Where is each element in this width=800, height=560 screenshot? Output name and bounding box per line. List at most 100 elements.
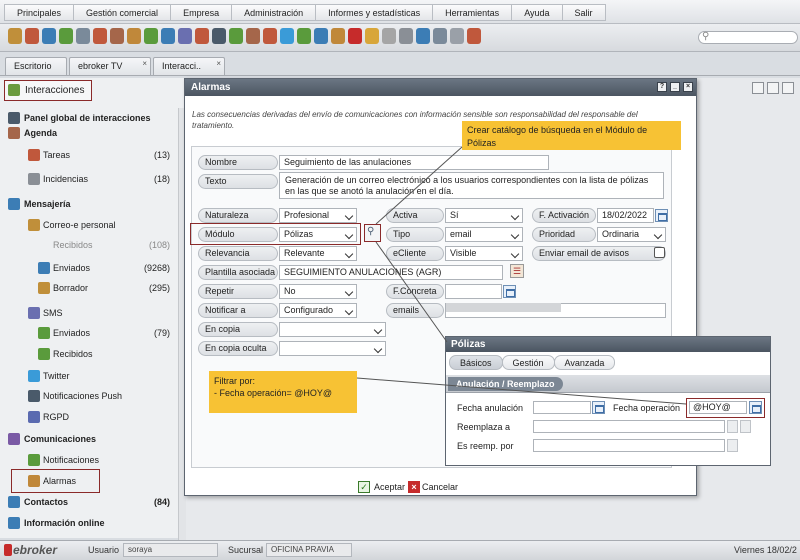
tab-escritorio[interactable]: Escritorio (5, 57, 67, 75)
toolbar-icon[interactable] (382, 28, 396, 44)
sidebar-item-agenda[interactable]: Agenda (0, 123, 180, 143)
menu-empresa[interactable]: Empresa (170, 4, 233, 21)
f-activacion-field[interactable]: 18/02/2022 (597, 208, 654, 223)
modulo-select[interactable]: Pólizas (279, 227, 357, 242)
reemplaza-a-field[interactable] (533, 420, 725, 433)
toolbar-icon[interactable] (467, 28, 481, 44)
toolbar-icon[interactable] (348, 28, 362, 44)
template-icon[interactable]: ☰ (510, 264, 524, 278)
toolbar-icon[interactable] (331, 28, 345, 44)
toolbar-icon[interactable] (416, 28, 430, 44)
menu-salir[interactable]: Salir (561, 4, 606, 21)
pencil-icon[interactable] (782, 82, 794, 94)
cancelar-button[interactable]: Cancelar (408, 479, 458, 495)
sidebar-item-comunicaciones[interactable]: Comunicaciones (0, 429, 180, 449)
toolbar-icon[interactable] (212, 28, 226, 44)
notificar-select[interactable]: Configurado (279, 303, 357, 318)
texto-field[interactable]: Generación de un correo electrónico a lo… (279, 172, 664, 199)
toolbar-icon[interactable] (280, 28, 294, 44)
sidebar-item-recibidos-sms[interactable]: Recibidos (0, 344, 180, 364)
toolbar-icon[interactable] (59, 28, 73, 44)
fecha-operacion-field[interactable]: @HOY@ (689, 401, 747, 414)
sidebar-item-sms[interactable]: SMS (0, 303, 180, 323)
tab-basicos[interactable]: Básicos (449, 355, 503, 370)
window-icon[interactable] (752, 82, 764, 94)
minimize-icon[interactable]: _ (670, 82, 680, 92)
menu-administracion[interactable]: Administración (231, 4, 317, 21)
toolbar-icon[interactable] (42, 28, 56, 44)
f-concreta-field[interactable] (445, 284, 502, 299)
toolbar-icon[interactable] (8, 28, 22, 44)
help-icon[interactable]: ? (657, 82, 667, 92)
toolbar-icon[interactable] (161, 28, 175, 44)
close-icon[interactable]: × (216, 55, 221, 72)
toolbar-icon[interactable] (93, 28, 107, 44)
menu-informes[interactable]: Informes y estadísticas (315, 4, 434, 21)
toolbar-icon[interactable] (195, 28, 209, 44)
edit-icon[interactable] (767, 82, 779, 94)
tab-avanzada[interactable]: Avanzada (553, 355, 616, 370)
tab-interacciones[interactable]: Interacci.. × (153, 57, 225, 75)
ecliente-select[interactable]: Visible (445, 246, 523, 261)
sidebar-item-contactos[interactable]: Contactos (84) (0, 492, 180, 512)
toolbar-icon[interactable] (450, 28, 464, 44)
toolbar-icon[interactable] (399, 28, 413, 44)
sidebar-item-recibidos-correo[interactable]: Recibidos (108) (0, 235, 180, 255)
menu-ayuda[interactable]: Ayuda (511, 4, 563, 21)
tab-gestion[interactable]: Gestión (501, 355, 555, 370)
es-reemp-por-field[interactable] (533, 439, 725, 452)
dropdown-icon[interactable] (727, 439, 738, 452)
toolbar-icon[interactable] (110, 28, 124, 44)
sidebar-item-correo-personal[interactable]: Correo-e personal (0, 215, 180, 235)
calendar-icon[interactable] (749, 401, 762, 414)
toolbar-icon[interactable] (144, 28, 158, 44)
toolbar-icon[interactable] (178, 28, 192, 44)
en-copia-select[interactable] (279, 322, 386, 337)
sidebar-item-notificaciones[interactable]: Notificaciones (0, 450, 180, 470)
sidebar-item-notificaciones-push[interactable]: Notificaciones Push (0, 386, 180, 406)
enviar-email-checkbox[interactable] (654, 247, 665, 258)
tipo-select[interactable]: email (445, 227, 523, 242)
toolbar-icon[interactable] (25, 28, 39, 44)
close-icon[interactable]: × (142, 55, 147, 72)
calendar-icon[interactable] (592, 401, 605, 414)
fecha-anulacion-field[interactable] (533, 401, 591, 414)
calendar-icon[interactable] (655, 209, 668, 222)
sidebar-item-borrador[interactable]: Borrador (295) (0, 278, 180, 298)
menu-principales[interactable]: Principales (4, 4, 75, 21)
dropdown-icon[interactable] (740, 420, 751, 433)
repetir-select[interactable]: No (279, 284, 357, 299)
menu-gestion-comercial[interactable]: Gestión comercial (73, 4, 172, 21)
plantilla-field[interactable]: SEGUIMIENTO ANULACIONES (AGR) (279, 265, 503, 280)
close-icon[interactable]: × (683, 82, 693, 92)
borrador-icon (38, 282, 50, 294)
toolbar-icon[interactable] (365, 28, 379, 44)
lookup-icon[interactable] (727, 420, 738, 433)
menu-herramientas[interactable]: Herramientas (432, 4, 513, 21)
activa-select[interactable]: Sí (445, 208, 523, 223)
sidebar-item-enviados-sms[interactable]: Enviados (79) (0, 323, 180, 343)
relevancia-select[interactable]: Relevante (279, 246, 357, 261)
toolbar-icon[interactable] (76, 28, 90, 44)
sidebar-item-incidencias[interactable]: Incidencias (18) (0, 169, 180, 189)
sidebar-item-informacion-online[interactable]: Información online (0, 513, 180, 533)
sidebar-item-mensajeria[interactable]: Mensajería (0, 194, 180, 214)
en-copia-oculta-select[interactable] (279, 341, 386, 356)
nombre-field[interactable]: Seguimiento de las anulaciones (279, 155, 549, 170)
toolbar-icon[interactable] (246, 28, 260, 44)
prioridad-select[interactable]: Ordinaria (597, 227, 666, 242)
calendar-icon[interactable] (503, 285, 516, 298)
toolbar-icon[interactable] (229, 28, 243, 44)
toolbar-icon[interactable] (314, 28, 328, 44)
tab-ebroker-tv[interactable]: ebroker TV × (69, 57, 151, 75)
sidebar-item-enviados-correo[interactable]: Enviados (9268) (0, 258, 180, 278)
toolbar-icon[interactable] (127, 28, 141, 44)
toolbar-icon[interactable] (297, 28, 311, 44)
sidebar-item-tareas[interactable]: Tareas (13) (0, 145, 180, 165)
toolbar-icon[interactable] (263, 28, 277, 44)
sidebar-item-twitter[interactable]: Twitter (0, 366, 180, 386)
aceptar-button[interactable]: Aceptar (358, 479, 405, 495)
toolbar-icon[interactable] (433, 28, 447, 44)
naturaleza-select[interactable]: Profesional (279, 208, 357, 223)
sidebar-item-rgpd[interactable]: RGPD (0, 407, 180, 427)
